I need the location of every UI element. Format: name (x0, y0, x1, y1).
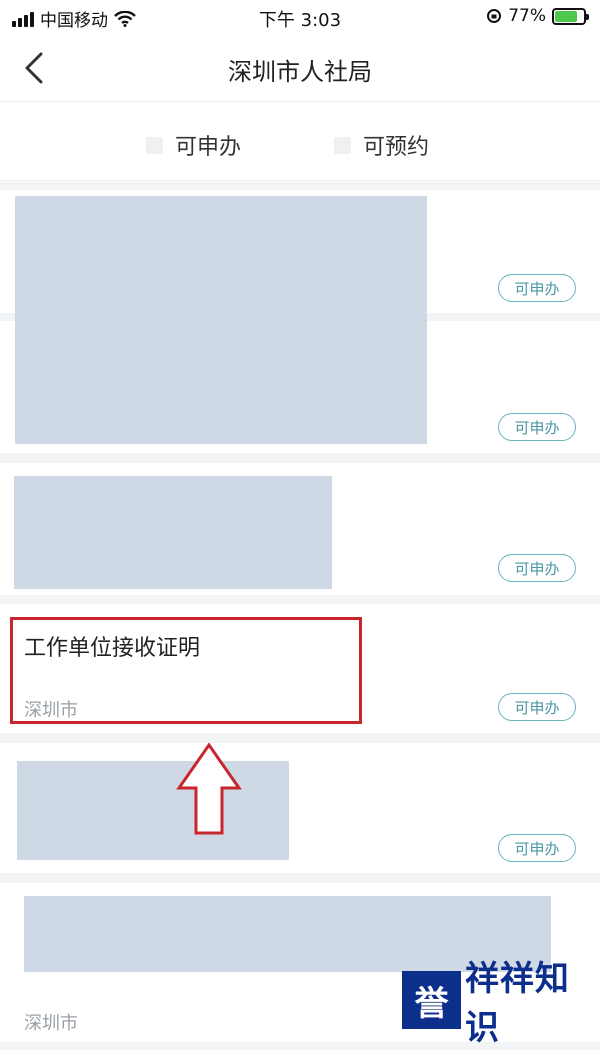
status-badge: 可申办 (498, 554, 576, 582)
divider (0, 595, 600, 604)
redacted-area (14, 476, 332, 589)
service-city: 深圳市 (24, 1013, 78, 1034)
status-bar: 中国移动 下午 3:03 77% (0, 0, 600, 34)
status-badge: 可申办 (498, 834, 576, 862)
status-badge: 可申办 (498, 413, 576, 441)
battery-icon (552, 7, 589, 25)
redacted-area (17, 761, 289, 860)
filter-can-apply[interactable]: 可申办 (146, 129, 241, 161)
checkbox-icon[interactable] (334, 136, 351, 154)
divider (0, 733, 600, 743)
filter-can-reserve[interactable]: 可预约 (334, 129, 429, 161)
filter-label: 可申办 (175, 135, 242, 160)
status-badge: 可申办 (498, 274, 576, 302)
divider (0, 873, 600, 883)
nav-bar: 深圳市人社局 (0, 34, 600, 102)
up-arrow-annotation-icon (176, 742, 242, 835)
watermark-logo: 誉 (402, 971, 461, 1029)
page-title: 深圳市人社局 (228, 58, 372, 86)
checkbox-icon[interactable] (146, 136, 163, 154)
redacted-area (15, 196, 427, 444)
divider (0, 182, 600, 190)
battery-percent: 77% (508, 6, 546, 26)
divider (0, 453, 600, 463)
watermark: 誉 祥祥知识 (402, 959, 598, 1048)
status-badge: 可申办 (498, 693, 576, 721)
filter-bar: 可申办 可预约 (0, 103, 600, 181)
highlight-box (10, 617, 362, 724)
filter-label: 可预约 (363, 135, 430, 160)
watermark-text: 祥祥知识 (464, 959, 570, 1048)
rotation-lock-icon (487, 9, 502, 23)
